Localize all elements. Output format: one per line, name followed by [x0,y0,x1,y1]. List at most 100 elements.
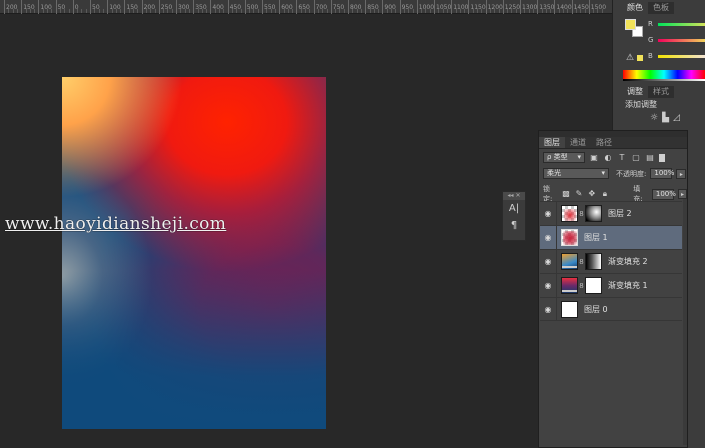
tab-color[interactable]: 颜色 [622,2,648,14]
ruler-minor-tick [145,9,147,13]
layer-name[interactable]: 图层 2 [608,208,632,219]
link-icon[interactable]: 8 [578,258,585,266]
visibility-eye-icon[interactable]: ◉ [540,209,556,218]
ruler-minor-tick [352,9,354,13]
visibility-eye-icon[interactable]: ◉ [540,281,556,290]
slider-b[interactable]: B [648,52,705,60]
layer-thumbnail[interactable] [561,277,578,294]
document-canvas[interactable] [62,77,326,429]
ruler-minor-tick [128,9,130,13]
layer-row-gradient-fill-1[interactable]: ◉ 8 渐变填充 1 [540,273,682,298]
slider-b-track[interactable] [658,54,705,58]
character-icon[interactable]: A| [503,200,525,217]
ruler-minor-tick [188,9,190,13]
layer-mask-thumbnail[interactable] [585,205,602,222]
curves-icon[interactable]: ◿ [673,113,680,123]
pixel-filter-icon[interactable]: ▣ [589,153,599,163]
ruler-minor-tick [511,9,513,13]
link-icon[interactable]: 8 [578,282,585,290]
paragraph-icon[interactable]: ¶ [503,217,525,234]
visibility-eye-icon[interactable]: ◉ [540,233,556,242]
ruler-minor-tick [305,9,306,13]
foreground-color-swatch[interactable] [625,19,636,30]
brightness-icon[interactable]: ☼ [650,113,658,123]
channel-label-g: G [648,36,654,44]
ruler-minor-tick [343,9,345,13]
layers-scrollbar[interactable] [683,199,687,445]
layer-name[interactable]: 渐变填充 2 [608,256,648,267]
ruler-minor-tick [309,9,311,13]
lock-transparent-icon[interactable]: ▩ [562,189,571,199]
shape-filter-icon[interactable]: ▢ [631,153,641,163]
opacity-dropdown-icon[interactable]: ▸ [676,168,687,179]
layer-thumbnail[interactable] [561,253,578,270]
layer-name[interactable]: 图层 1 [584,232,608,243]
layer-name[interactable]: 渐变填充 1 [608,280,648,291]
tab-paths[interactable]: 路径 [591,137,617,148]
lock-position-icon[interactable]: ✥ [587,189,596,199]
blend-mode-select[interactable]: 柔光 ▾ [543,168,609,179]
ruler-minor-tick [51,9,53,13]
levels-icon[interactable]: ▙ [662,113,669,123]
ruler-major-tick [451,0,453,14]
tab-adjustments[interactable]: 调整 [622,86,648,98]
tab-swatches[interactable]: 色板 [648,2,674,14]
layer-mask-thumbnail[interactable] [585,277,602,294]
type-filter-icon[interactable]: T [617,153,627,163]
color-spectrum-bar[interactable] [623,70,705,79]
slider-r[interactable]: R [648,20,705,28]
lock-paint-icon[interactable]: ✎ [575,189,584,199]
opacity-label: 不透明度: [616,169,647,178]
fill-dropdown-icon[interactable]: ▸ [677,189,688,199]
ruler-minor-tick [219,9,220,13]
fill-input[interactable]: 100% [651,188,676,200]
tab-styles[interactable]: 样式 [648,86,674,98]
tab-channels[interactable]: 通道 [565,137,591,148]
tab-layers[interactable]: 图层 [539,137,565,148]
ruler-major-tick [90,0,91,14]
ruler-minor-tick [429,9,431,13]
lock-all-icon[interactable]: 🔒︎ [600,189,609,199]
add-adjustment-title: 添加调整 [625,100,657,109]
slider-g-track[interactable] [658,38,705,42]
ruler-minor-tick [16,9,18,13]
slider-r-track[interactable] [658,22,705,26]
ruler-minor-tick [154,9,156,13]
smart-object-filter-icon[interactable]: ▤ [645,153,655,163]
layer-row-layer1[interactable]: ◉ 图层 1 [540,225,682,250]
row-divider [556,273,557,298]
layer-row-layer0[interactable]: ◉ 图层 0 [540,297,682,321]
adjustment-filter-icon[interactable]: ◐ [603,153,613,163]
visibility-eye-icon[interactable]: ◉ [540,305,556,314]
warning-icon[interactable]: ⚠ [626,53,634,63]
ruler-minor-tick [580,9,582,13]
ruler-minor-tick [326,9,328,13]
layer-thumbnail[interactable] [561,205,578,222]
layer-row-gradient-fill-2[interactable]: ◉ 8 渐变填充 2 [540,249,682,274]
layer-filter-select[interactable]: ρ 类型 ▾ [543,152,585,163]
panel-grip[interactable]: ◂◂ ✕ [503,192,525,200]
ruler-major-tick [193,0,195,14]
filter-toggle-icon[interactable] [659,153,665,162]
layer-name[interactable]: 图层 0 [584,304,608,315]
ruler-major-tick [244,0,246,14]
layer-thumbnail[interactable] [561,229,578,246]
ruler-minor-tick [81,9,83,13]
grayscale-bar[interactable] [623,79,705,81]
link-icon[interactable]: 8 [578,210,585,218]
ruler-minor-tick [231,9,233,13]
adjustment-icons: ☼ ▙ ◿ [650,113,680,123]
ruler-minor-tick [567,9,569,13]
ruler-major-tick [468,0,470,14]
visibility-eye-icon[interactable]: ◉ [540,257,556,266]
warning-color-chip[interactable] [637,55,643,61]
layer-mask-thumbnail[interactable] [585,253,602,270]
layer-row-layer2[interactable]: ◉ 8 图层 2 [540,201,682,226]
ruler-minor-tick [339,9,341,13]
ruler-minor-tick [59,9,61,13]
ruler-minor-tick [184,9,186,13]
slider-g[interactable]: G [648,36,705,44]
channel-label-b: B [648,52,653,60]
layer-thumbnail[interactable] [561,300,578,318]
opacity-input[interactable]: 100% [650,168,674,179]
